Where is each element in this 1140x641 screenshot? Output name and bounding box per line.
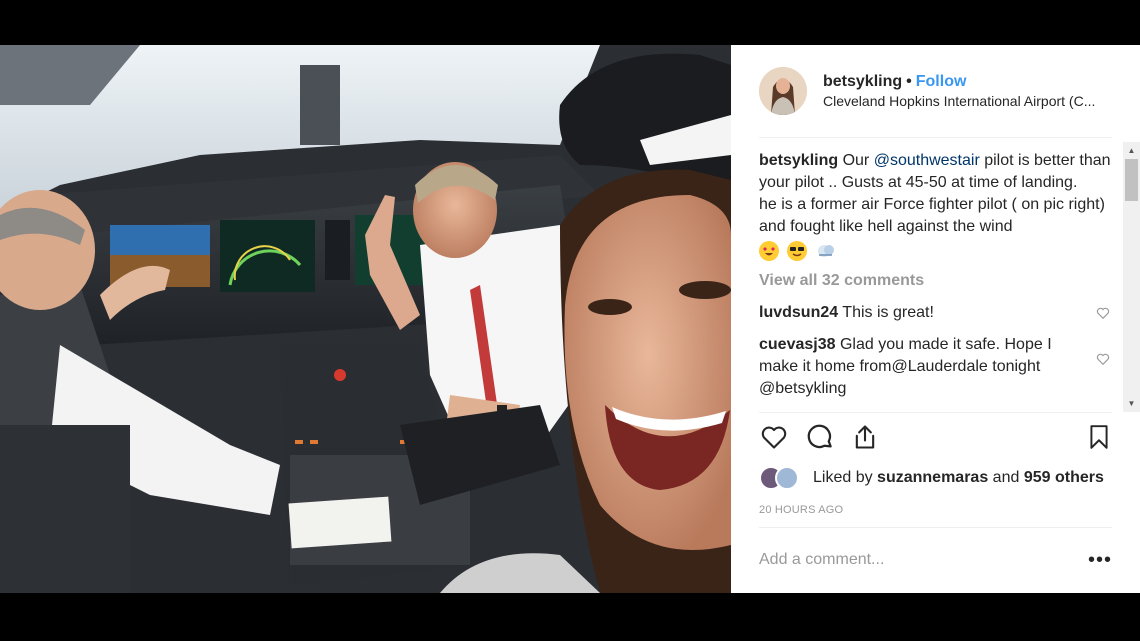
- caption-text-start: Our: [838, 152, 874, 169]
- comment-like-heart-icon[interactable]: [1096, 352, 1110, 366]
- author-avatar[interactable]: [759, 67, 807, 115]
- cockpit-selfie-image: [0, 45, 731, 593]
- header-text: betsykling • Follow Cleveland Hopkins Inte…: [823, 71, 1095, 111]
- likes-summary: Liked by suzannemaras and 959 others: [759, 465, 1104, 491]
- caption-username[interactable]: betsykling: [759, 152, 838, 169]
- scroll-up-arrow-icon[interactable]: ▲: [1123, 142, 1140, 159]
- comment-text: This is great!: [842, 304, 934, 321]
- comment-icon[interactable]: [805, 422, 835, 457]
- comments-divider: [759, 412, 1112, 413]
- add-comment-field[interactable]: Add a comment... •••: [759, 542, 1112, 578]
- separator-dot: •: [906, 72, 912, 90]
- heart-eyes-emoji: [759, 240, 779, 261]
- instagram-post: betsykling • Follow Cleveland Hopkins Inte…: [0, 45, 1140, 593]
- post-side-panel: betsykling • Follow Cleveland Hopkins Inte…: [731, 45, 1140, 593]
- sunglasses-emoji: [787, 240, 808, 261]
- caption-line-2: he is a former air Force fighter pilot (…: [759, 196, 1105, 235]
- share-icon[interactable]: [851, 422, 879, 457]
- comment-item: cuevasj38 Glad you made it safe. Hope I …: [759, 334, 1120, 400]
- caption-mention-link[interactable]: @southwestair: [874, 152, 980, 169]
- wind-emoji: [816, 241, 836, 261]
- author-username[interactable]: betsykling: [823, 73, 902, 90]
- scroll-thumb[interactable]: [1125, 159, 1138, 201]
- scroll-down-arrow-icon[interactable]: ▼: [1123, 395, 1140, 412]
- more-options-icon[interactable]: •••: [1088, 549, 1112, 572]
- liker-avatar: [775, 466, 799, 490]
- post-timestamp[interactable]: 20 HOURS AGO: [759, 504, 843, 516]
- follow-button[interactable]: Follow: [916, 73, 967, 90]
- header-user-row: betsykling • Follow: [823, 71, 1095, 93]
- bookmark-icon[interactable]: [1086, 422, 1112, 457]
- likes-prefix: Liked by: [813, 469, 873, 486]
- post-location[interactable]: Cleveland Hopkins International Airport …: [823, 92, 1095, 111]
- add-comment-placeholder: Add a comment...: [759, 551, 885, 568]
- comment-username[interactable]: luvdsun24: [759, 304, 838, 321]
- footer-divider: [759, 527, 1112, 528]
- likes-others-link[interactable]: 959 others: [1024, 469, 1104, 487]
- comments-list[interactable]: betsykling Our @southwestair pilot is be…: [759, 150, 1120, 412]
- post-photo[interactable]: [0, 45, 731, 593]
- comment-username[interactable]: cuevasj38: [759, 336, 836, 353]
- post-header: betsykling • Follow Cleveland Hopkins Inte…: [759, 65, 1112, 117]
- post-caption: betsykling Our @southwestair pilot is be…: [759, 150, 1120, 262]
- view-all-comments-link[interactable]: View all 32 comments: [759, 270, 1120, 292]
- comment-item: luvdsun24 This is great!: [759, 302, 1120, 324]
- post-actions: [759, 423, 1112, 455]
- likes-middle: and: [992, 469, 1020, 486]
- liker-avatars: [759, 466, 807, 490]
- comments-scrollbar[interactable]: ▲ ▼: [1123, 142, 1140, 412]
- caption-emojis: [759, 240, 1120, 262]
- likes-user-link[interactable]: suzannemaras: [877, 469, 988, 487]
- heart-icon[interactable]: [759, 423, 789, 456]
- comment-like-heart-icon[interactable]: [1096, 306, 1110, 320]
- header-divider: [759, 137, 1112, 138]
- avatar-photo: [759, 67, 807, 115]
